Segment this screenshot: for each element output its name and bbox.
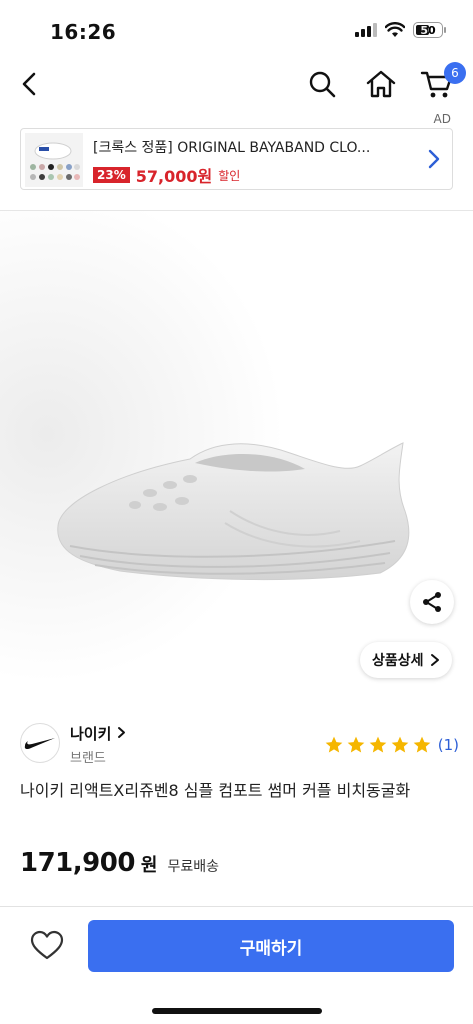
ad-price-row: 23% 57,000원 할인 [93, 163, 240, 187]
cart-count-badge: 6 [444, 62, 466, 84]
brand-name: 나이키 [70, 725, 112, 743]
rating-stars [324, 735, 432, 755]
search-icon[interactable] [306, 68, 338, 100]
share-icon [423, 592, 441, 612]
top-nav [0, 60, 473, 110]
star-icon [347, 736, 365, 753]
nike-logo [24, 738, 55, 750]
price-unit: 원 [140, 855, 158, 876]
chevron-right-icon [428, 149, 440, 169]
wifi-icon [385, 22, 405, 37]
product-detail-label: 상품상세 [372, 653, 424, 669]
price-row: 171,900 원 무료배송 [20, 848, 219, 878]
ad-sale-label: 할인 [218, 168, 241, 183]
status-icons: 50 [355, 22, 446, 38]
share-button[interactable] [410, 580, 454, 624]
back-arrow-icon[interactable] [14, 68, 46, 100]
shipping-label: 무료배송 [167, 859, 220, 875]
star-icon [369, 736, 387, 753]
ad-price: 57,000원 [135, 167, 213, 186]
product-title: 나이키 리액트X리쥬벤8 심플 컴포트 썸머 커플 비치동굴화 [20, 781, 411, 800]
chevron-right-icon [117, 727, 125, 738]
status-bar: 16:26 50 [0, 0, 473, 60]
ad-banner[interactable]: [크록스 정품] ORIGINAL BAYABAND CLO... 23% 57… [20, 128, 453, 190]
battery-icon: 50 [413, 22, 446, 38]
divider [0, 906, 473, 907]
ad-label: AD [433, 112, 451, 126]
signal-icon [355, 23, 377, 37]
product-image[interactable] [0, 211, 473, 707]
buy-button[interactable]: 구매하기 [88, 920, 454, 972]
star-icon [391, 736, 409, 753]
heart-icon[interactable] [30, 930, 64, 962]
ad-discount-badge: 23% [93, 167, 130, 183]
ad-title: [크록스 정품] ORIGINAL BAYABAND CLO... [93, 140, 371, 156]
home-indicator [152, 1008, 322, 1014]
brand-caption: 브랜드 [70, 751, 106, 766]
star-icon [325, 736, 343, 753]
ad-product-thumbnail [25, 133, 83, 187]
brand-logo[interactable] [20, 723, 60, 763]
chevron-right-icon [430, 654, 439, 666]
home-icon[interactable] [364, 68, 398, 100]
star-icon [413, 736, 431, 753]
rating-count: (1) [437, 736, 459, 754]
product-price: 171,900 [20, 848, 135, 878]
product-detail-button[interactable]: 상품상세 [360, 642, 452, 678]
brand-name-link[interactable]: 나이키 [70, 723, 126, 744]
rating-summary[interactable]: (1) [324, 735, 459, 755]
battery-level: 50 [420, 23, 436, 37]
status-time: 16:26 [50, 20, 117, 44]
